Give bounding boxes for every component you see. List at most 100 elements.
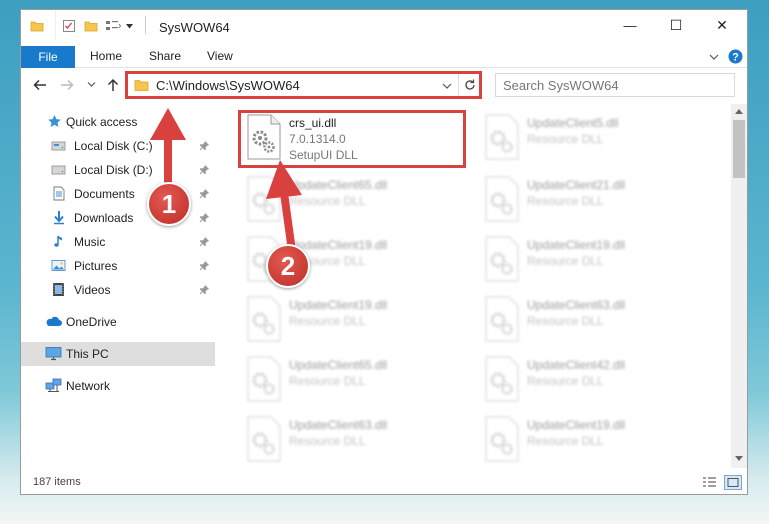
- pin-icon[interactable]: [199, 236, 210, 247]
- back-arrow-icon[interactable]: [32, 77, 48, 93]
- help-icon[interactable]: ?: [728, 49, 743, 64]
- file-item[interactable]: UpdateClient19.dll Resource DLL: [479, 414, 709, 468]
- music-icon: [52, 234, 66, 249]
- ribbon-tabs: File Home Share View ?: [21, 46, 747, 68]
- arrow-2-icon: [266, 160, 302, 255]
- close-icon: ✕: [716, 16, 728, 33]
- file-name: UpdateClient5.dll: [527, 116, 619, 130]
- svg-text:?: ?: [732, 51, 739, 63]
- sidebar-item-label: Documents: [74, 187, 135, 201]
- file-item[interactable]: UpdateClient42.dll Resource DLL: [479, 354, 709, 410]
- address-bar-highlight: [125, 71, 482, 99]
- dll-file-icon: [483, 416, 521, 462]
- scroll-down-icon[interactable]: [735, 456, 743, 462]
- download-icon: [52, 210, 66, 225]
- recent-locations-icon[interactable]: [87, 80, 96, 89]
- file-item[interactable]: UpdateClient5.dll Resource DLL: [479, 112, 709, 168]
- search-input[interactable]: Search SysWOW64: [503, 78, 619, 93]
- drive-icon: [51, 138, 66, 153]
- folder-icon: [30, 19, 44, 33]
- scroll-thumb[interactable]: [733, 120, 745, 178]
- sidebar-item-music[interactable]: Music: [21, 230, 215, 254]
- monitor-icon: [45, 346, 62, 361]
- file-type: Resource DLL: [527, 314, 604, 328]
- file-name: UpdateClient21.dll: [527, 178, 626, 192]
- cloud-icon: [45, 314, 62, 329]
- arrow-1-icon: [150, 108, 186, 190]
- file-item[interactable]: UpdateClient65.dll Resource DLL: [241, 354, 471, 410]
- sidebar-item-videos[interactable]: Videos: [21, 278, 215, 302]
- search-box[interactable]: Search SysWOW64: [495, 73, 735, 97]
- file-item[interactable]: UpdateClient63.dll Resource DLL: [479, 294, 709, 350]
- file-type: Resource DLL: [527, 132, 604, 146]
- chevron-down-icon[interactable]: [125, 22, 134, 31]
- sidebar-item-label: Network: [66, 379, 111, 393]
- sidebar-item-onedrive[interactable]: OneDrive: [21, 310, 215, 334]
- item-count: 187 items: [33, 476, 81, 488]
- tab-view[interactable]: View: [207, 49, 233, 63]
- file-name: UpdateClient65.dll: [289, 358, 388, 372]
- drive-icon: [51, 162, 66, 177]
- dll-file-icon: [483, 296, 521, 342]
- up-arrow-icon[interactable]: [105, 77, 121, 93]
- step-badge-2: 2: [266, 244, 310, 288]
- file-type: Resource DLL: [289, 314, 366, 328]
- file-type: Resource DLL: [289, 434, 366, 448]
- file-name: UpdateClient19.dll: [527, 418, 626, 432]
- scroll-up-icon[interactable]: [735, 108, 743, 114]
- network-icon: [45, 378, 62, 393]
- dll-file-icon: [245, 356, 283, 402]
- properties-icon[interactable]: [62, 19, 76, 33]
- file-name: UpdateClient63.dll: [527, 298, 626, 312]
- file-item[interactable]: UpdateClient21.dll Resource DLL: [479, 174, 709, 230]
- view-icon[interactable]: [105, 19, 121, 33]
- large-icons-view-icon[interactable]: [724, 475, 742, 490]
- file-item[interactable]: UpdateClient19.dll Resource DLL: [479, 234, 709, 290]
- sidebar-item-label: Music: [74, 235, 106, 249]
- close-button[interactable]: ✕: [699, 10, 745, 40]
- file-item[interactable]: UpdateClient19.dll Resource DLL: [241, 294, 471, 350]
- sidebar-item-label: OneDrive: [66, 315, 117, 329]
- status-bar: 187 items: [21, 472, 747, 494]
- details-view-icon[interactable]: [702, 476, 717, 489]
- title-bar: SysWOW64 — ☐ ✕: [21, 10, 747, 46]
- file-type: Resource DLL: [527, 254, 604, 268]
- sidebar-item-this-pc[interactable]: This PC: [21, 342, 215, 366]
- file-type: Resource DLL: [289, 374, 366, 388]
- file-item[interactable]: UpdateClient63.dll Resource DLL: [241, 414, 471, 468]
- ribbon-expand-icon[interactable]: [709, 52, 719, 62]
- tab-file[interactable]: File: [21, 46, 75, 68]
- sidebar-item-pictures[interactable]: Pictures: [21, 254, 215, 278]
- dll-file-icon: [483, 114, 521, 160]
- tab-share[interactable]: Share: [149, 49, 181, 63]
- file-type: Resource DLL: [527, 374, 604, 388]
- dll-file-icon: [483, 176, 521, 222]
- pin-icon[interactable]: [199, 260, 210, 271]
- minimize-icon: —: [623, 17, 637, 33]
- dll-file-icon: [483, 356, 521, 402]
- sidebar-item-label: Quick access: [66, 115, 138, 129]
- forward-arrow-icon[interactable]: [59, 77, 75, 93]
- sidebar-item-label: Pictures: [74, 259, 118, 273]
- file-name: UpdateClient42.dll: [527, 358, 626, 372]
- maximize-button[interactable]: ☐: [653, 10, 699, 40]
- new-folder-icon[interactable]: [84, 19, 98, 33]
- pictures-icon: [51, 258, 66, 273]
- tab-home[interactable]: Home: [90, 49, 122, 63]
- dll-file-icon: [245, 296, 283, 342]
- documents-icon: [52, 186, 66, 201]
- window-title: SysWOW64: [159, 20, 230, 35]
- pin-icon[interactable]: [199, 284, 210, 295]
- pin-icon[interactable]: [199, 212, 210, 223]
- file-name: UpdateClient19.dll: [527, 238, 626, 252]
- dll-file-icon: [245, 416, 283, 462]
- sidebar-item-label: Downloads: [74, 211, 134, 225]
- minimize-button[interactable]: —: [607, 10, 653, 40]
- vertical-scrollbar[interactable]: [731, 104, 747, 468]
- file-name: UpdateClient63.dll: [289, 418, 388, 432]
- dll-file-icon: [483, 236, 521, 282]
- file-type: Resource DLL: [527, 434, 604, 448]
- sidebar-item-label: Videos: [74, 283, 111, 297]
- maximize-icon: ☐: [669, 16, 683, 33]
- sidebar-item-network[interactable]: Network: [21, 374, 215, 398]
